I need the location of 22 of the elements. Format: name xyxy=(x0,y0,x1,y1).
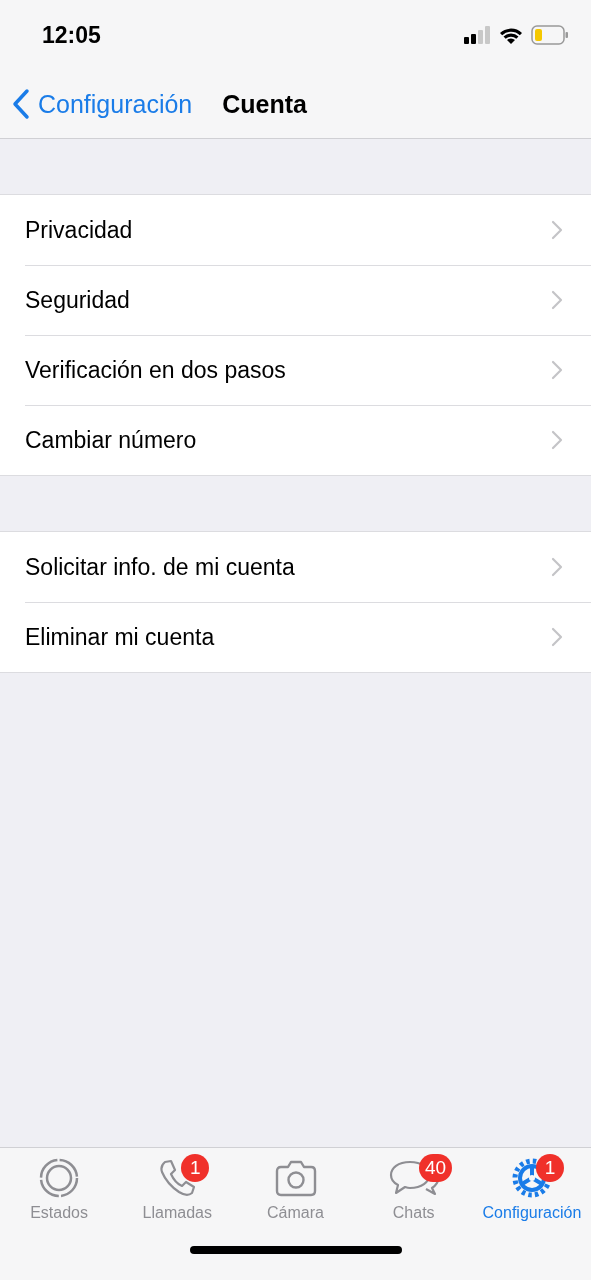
notification-badge: 40 xyxy=(418,1154,453,1182)
back-button[interactable]: Configuración xyxy=(12,88,193,120)
chevron-right-icon xyxy=(551,360,563,380)
camera-icon xyxy=(274,1159,317,1197)
chevron-right-icon xyxy=(551,220,563,240)
notification-badge: 1 xyxy=(536,1154,565,1182)
tab[interactable]: 1 Configuración xyxy=(472,1156,591,1222)
phone-icon xyxy=(157,1158,198,1198)
page-title: Cuenta xyxy=(222,89,307,119)
battery-icon xyxy=(531,25,569,45)
clock-time: 12:05 xyxy=(42,21,101,49)
chevron-right-icon xyxy=(551,557,563,577)
signal-icon xyxy=(464,26,491,44)
chevron-left-icon xyxy=(12,88,30,120)
chevron-right-icon xyxy=(551,627,563,647)
chevron-right-icon xyxy=(551,290,563,310)
wifi-icon xyxy=(499,26,523,44)
tab[interactable]: 40 Chats xyxy=(354,1156,473,1222)
chevron-right-icon xyxy=(551,430,563,450)
status-ring-icon xyxy=(38,1157,81,1199)
tab[interactable]: 1 Llamadas xyxy=(118,1156,237,1222)
notification-badge: 1 xyxy=(181,1154,210,1182)
